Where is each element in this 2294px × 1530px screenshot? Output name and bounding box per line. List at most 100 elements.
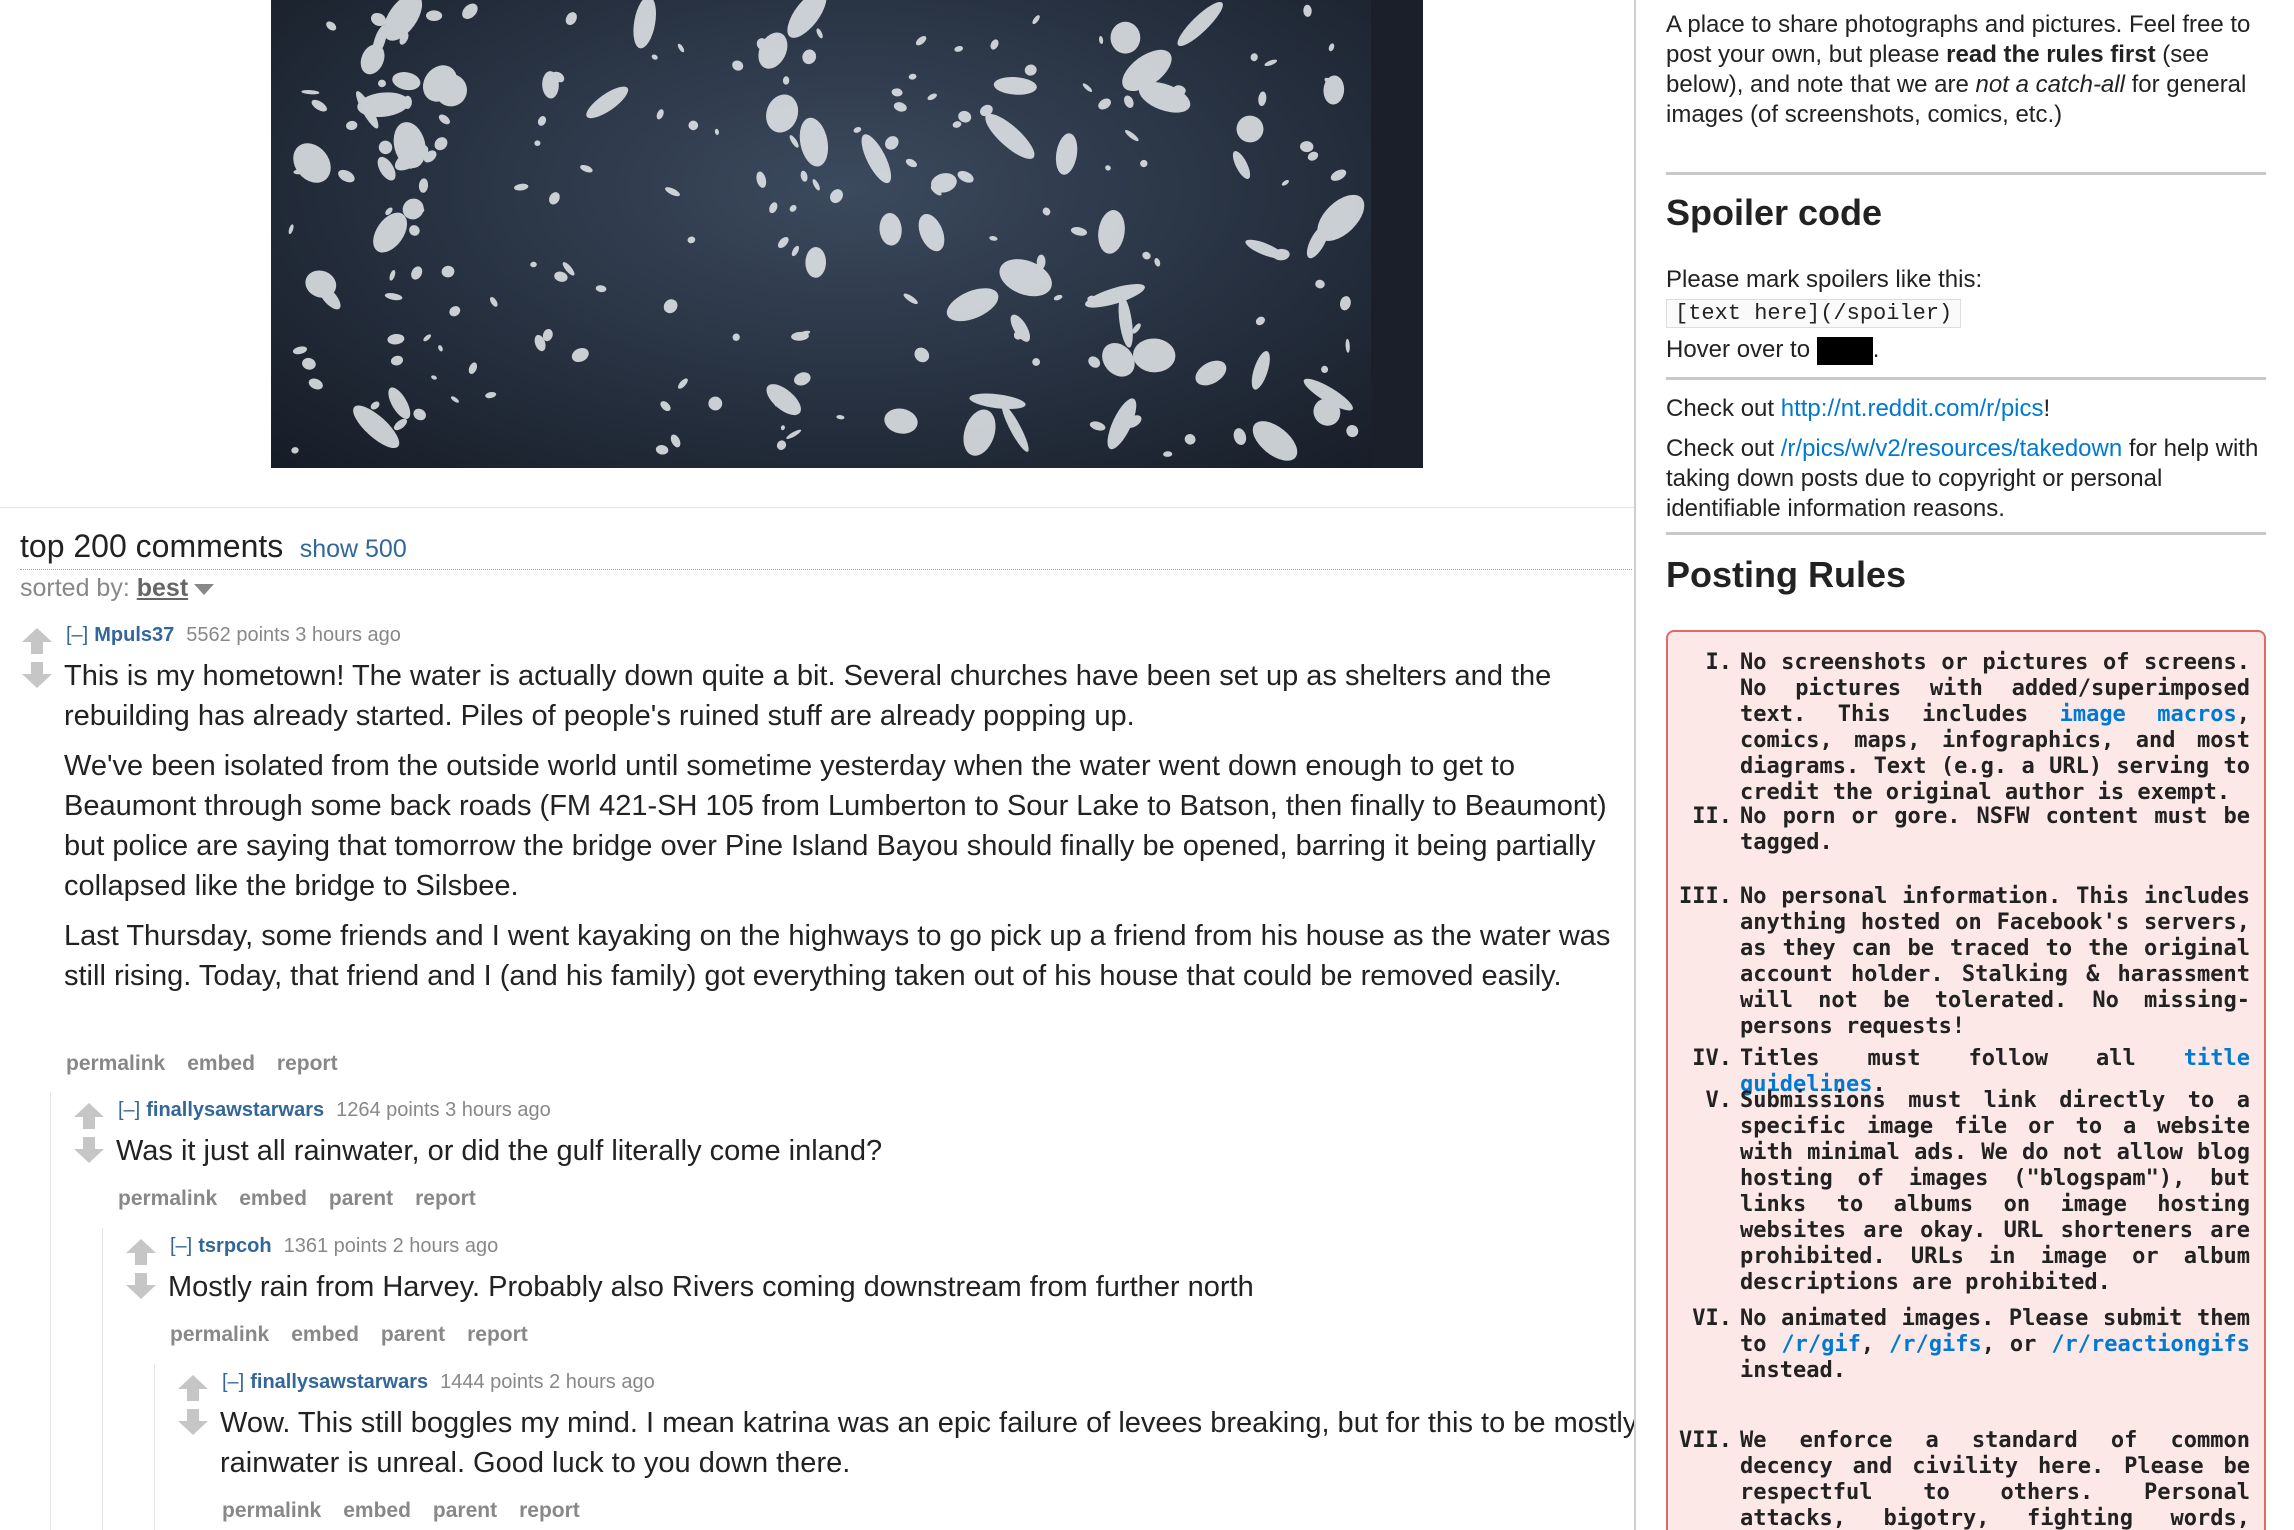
rule-link[interactable]: /r/reactiongifs [2051, 1332, 2250, 1357]
report-button[interactable]: report [277, 1052, 338, 1075]
rule-text: No porn or gore. NSFW content must be ta… [1740, 804, 2250, 856]
thread-line[interactable] [154, 1364, 155, 1530]
downvote-arrow-icon[interactable] [124, 1271, 158, 1301]
foam-speckle [338, 169, 355, 183]
foam-speckle [409, 225, 420, 236]
spoiler-hover-label: Hover over to [1666, 336, 1811, 363]
collapse-toggle[interactable]: [–] [66, 624, 88, 646]
foam-speckle [438, 114, 450, 125]
comment-author[interactable]: tsrpcoh [198, 1235, 271, 1257]
foam-speckle [1345, 338, 1350, 353]
chevron-down-icon[interactable] [194, 583, 215, 595]
comment-author[interactable]: Mpuls37 [94, 624, 174, 646]
foam-speckle [1105, 165, 1111, 171]
sort-value[interactable]: best [137, 574, 188, 602]
foam-speckle [565, 12, 577, 25]
embed-button[interactable]: embed [343, 1499, 411, 1522]
upvote-arrow-icon[interactable] [20, 626, 54, 656]
foam-speckle [1236, 115, 1264, 143]
rule-link[interactable]: /r/gifs [1889, 1332, 1982, 1357]
foam-speckle [885, 136, 899, 150]
rule-text: No personal information. This includes a… [1740, 884, 2250, 1040]
spoiler-code: [text here](/spoiler) [1666, 299, 1962, 328]
rule-link[interactable]: image macros [2060, 702, 2237, 727]
foam-speckle [905, 158, 917, 168]
permalink-button[interactable]: permalink [170, 1323, 269, 1346]
nt-reddit-link[interactable]: http://nt.reddit.com/r/pics [1781, 395, 2044, 422]
embed-button[interactable]: embed [239, 1187, 307, 1210]
foam-speckle [1099, 36, 1104, 44]
spoiler-demo: Hover over to . [1666, 335, 2266, 365]
downvote-arrow-icon[interactable] [20, 660, 54, 690]
parent-button[interactable]: parent [433, 1499, 497, 1522]
foam-speckle [1233, 428, 1247, 446]
rule-number: VII. [1679, 1428, 1732, 1453]
report-button[interactable]: report [519, 1499, 580, 1522]
rule-text-part: We enforce a standard of common decency … [1740, 1428, 2250, 1530]
foam-speckle [663, 299, 678, 314]
comment-paragraph: Mostly rain from Harvey. Probably also R… [168, 1271, 1254, 1303]
foam-speckle [660, 401, 671, 412]
upvote-arrow-icon[interactable] [124, 1237, 158, 1267]
report-button[interactable]: report [467, 1323, 528, 1346]
comment-body: Mostly rain from Harvey. Probably also R… [168, 1267, 1618, 1317]
upvote-arrow-icon[interactable] [176, 1373, 210, 1403]
thread-line[interactable] [50, 1092, 51, 1530]
foam-speckle [1032, 15, 1040, 25]
takedown-link[interactable]: /r/pics/w/v2/resources/takedown [1781, 435, 2122, 462]
report-button[interactable]: report [415, 1187, 476, 1210]
collapse-toggle[interactable]: [–] [170, 1235, 192, 1257]
foam-speckle [800, 170, 808, 182]
comment-tagline: [–] Mpuls37 5562 points 3 hours ago [66, 624, 401, 647]
foam-speckle [390, 355, 404, 366]
permalink-button[interactable]: permalink [118, 1187, 217, 1210]
rule-text-part: No porn or gore. NSFW content must be ta… [1740, 804, 2250, 855]
comment-author[interactable]: finallysawstarwars [250, 1371, 428, 1393]
comment-body: This is my hometown! The water is actual… [64, 656, 1634, 1006]
foam-speckle [732, 60, 744, 71]
foam-speckle [789, 204, 797, 212]
description-italic: not a catch-all [1975, 71, 2125, 98]
parent-button[interactable]: parent [381, 1323, 445, 1346]
foam-speckle [1330, 169, 1347, 181]
permalink-button[interactable]: permalink [66, 1052, 165, 1075]
foam-speckle [830, 189, 843, 203]
rule-link[interactable]: /r/gif [1781, 1332, 1860, 1357]
foam-speckle [805, 247, 827, 278]
spoiler-hover-box[interactable] [1816, 336, 1873, 365]
foam-speckle [891, 88, 903, 97]
comment-actions: permalink embed report [66, 1052, 360, 1076]
foam-speckle [656, 109, 664, 120]
rule-text: No animated images. Please submit them t… [1740, 1306, 2250, 1384]
comment-paragraph: Last Thursday, some friends and I went k… [64, 920, 1611, 992]
embed-button[interactable]: embed [187, 1052, 255, 1075]
show-more-link[interactable]: show 500 [300, 535, 407, 563]
parent-button[interactable]: parent [329, 1187, 393, 1210]
foam-speckle [1154, 258, 1161, 267]
foam-speckle [1258, 91, 1267, 107]
sort-menu[interactable]: sorted by: best [20, 574, 215, 603]
foam-speckle [346, 120, 358, 131]
comment-author[interactable]: finallysawstarwars [146, 1099, 324, 1121]
foam-speckle [1032, 358, 1040, 366]
post-image[interactable] [271, 0, 1423, 468]
rule-number: IV. [1692, 1046, 1732, 1071]
embed-button[interactable]: embed [291, 1323, 359, 1346]
downvote-arrow-icon[interactable] [72, 1135, 106, 1165]
foam-speckle [1195, 360, 1227, 386]
subreddit-description: A place to share photographs and picture… [1666, 10, 2266, 130]
foam-speckle [292, 346, 308, 355]
foam-speckle [431, 375, 437, 380]
foam-speckle [392, 72, 421, 91]
foam-speckle [1163, 451, 1173, 457]
collapse-toggle[interactable]: [–] [118, 1099, 140, 1121]
permalink-button[interactable]: permalink [222, 1499, 321, 1522]
collapse-toggle[interactable]: [–] [222, 1371, 244, 1393]
foam-speckle [308, 378, 323, 390]
post-image-graphic [288, 0, 1423, 468]
upvote-arrow-icon[interactable] [72, 1101, 106, 1131]
thread-line[interactable] [102, 1228, 103, 1530]
downvote-arrow-icon[interactable] [176, 1407, 210, 1437]
foam-speckle [434, 137, 448, 151]
foam-speckle [903, 293, 918, 305]
